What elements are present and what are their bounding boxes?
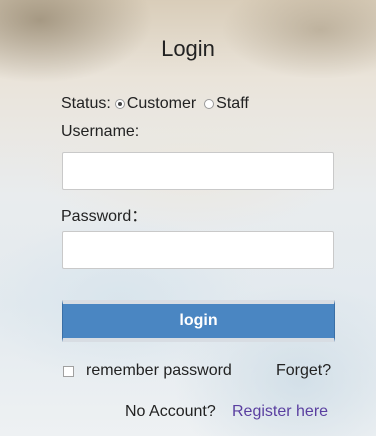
username-input[interactable] (62, 152, 334, 190)
forget-link[interactable]: Forget? (276, 362, 331, 380)
remember-label[interactable]: remember password (86, 362, 232, 380)
register-link[interactable]: Register here (232, 403, 328, 421)
password-input[interactable] (62, 231, 334, 269)
login-title: Login (161, 36, 215, 61)
status-label: Status: (61, 95, 111, 112)
remember-checkbox[interactable] (63, 365, 74, 377)
username-label: Username: (61, 123, 140, 140)
login-panel: Login Status: Customer Staff Username: P… (0, 0, 376, 436)
password-label: Password： (61, 208, 148, 225)
staff-radio-label[interactable]: Staff (216, 95, 249, 113)
staff-radio[interactable] (204, 99, 215, 109)
login-button[interactable]: login (62, 300, 335, 342)
customer-radio-label[interactable]: Customer (127, 95, 196, 113)
customer-radio[interactable] (114, 99, 125, 109)
no-account-text: No Account? (125, 403, 216, 420)
remember-row: remember password (63, 362, 232, 380)
status-row: Status: Customer Staff (61, 95, 249, 113)
